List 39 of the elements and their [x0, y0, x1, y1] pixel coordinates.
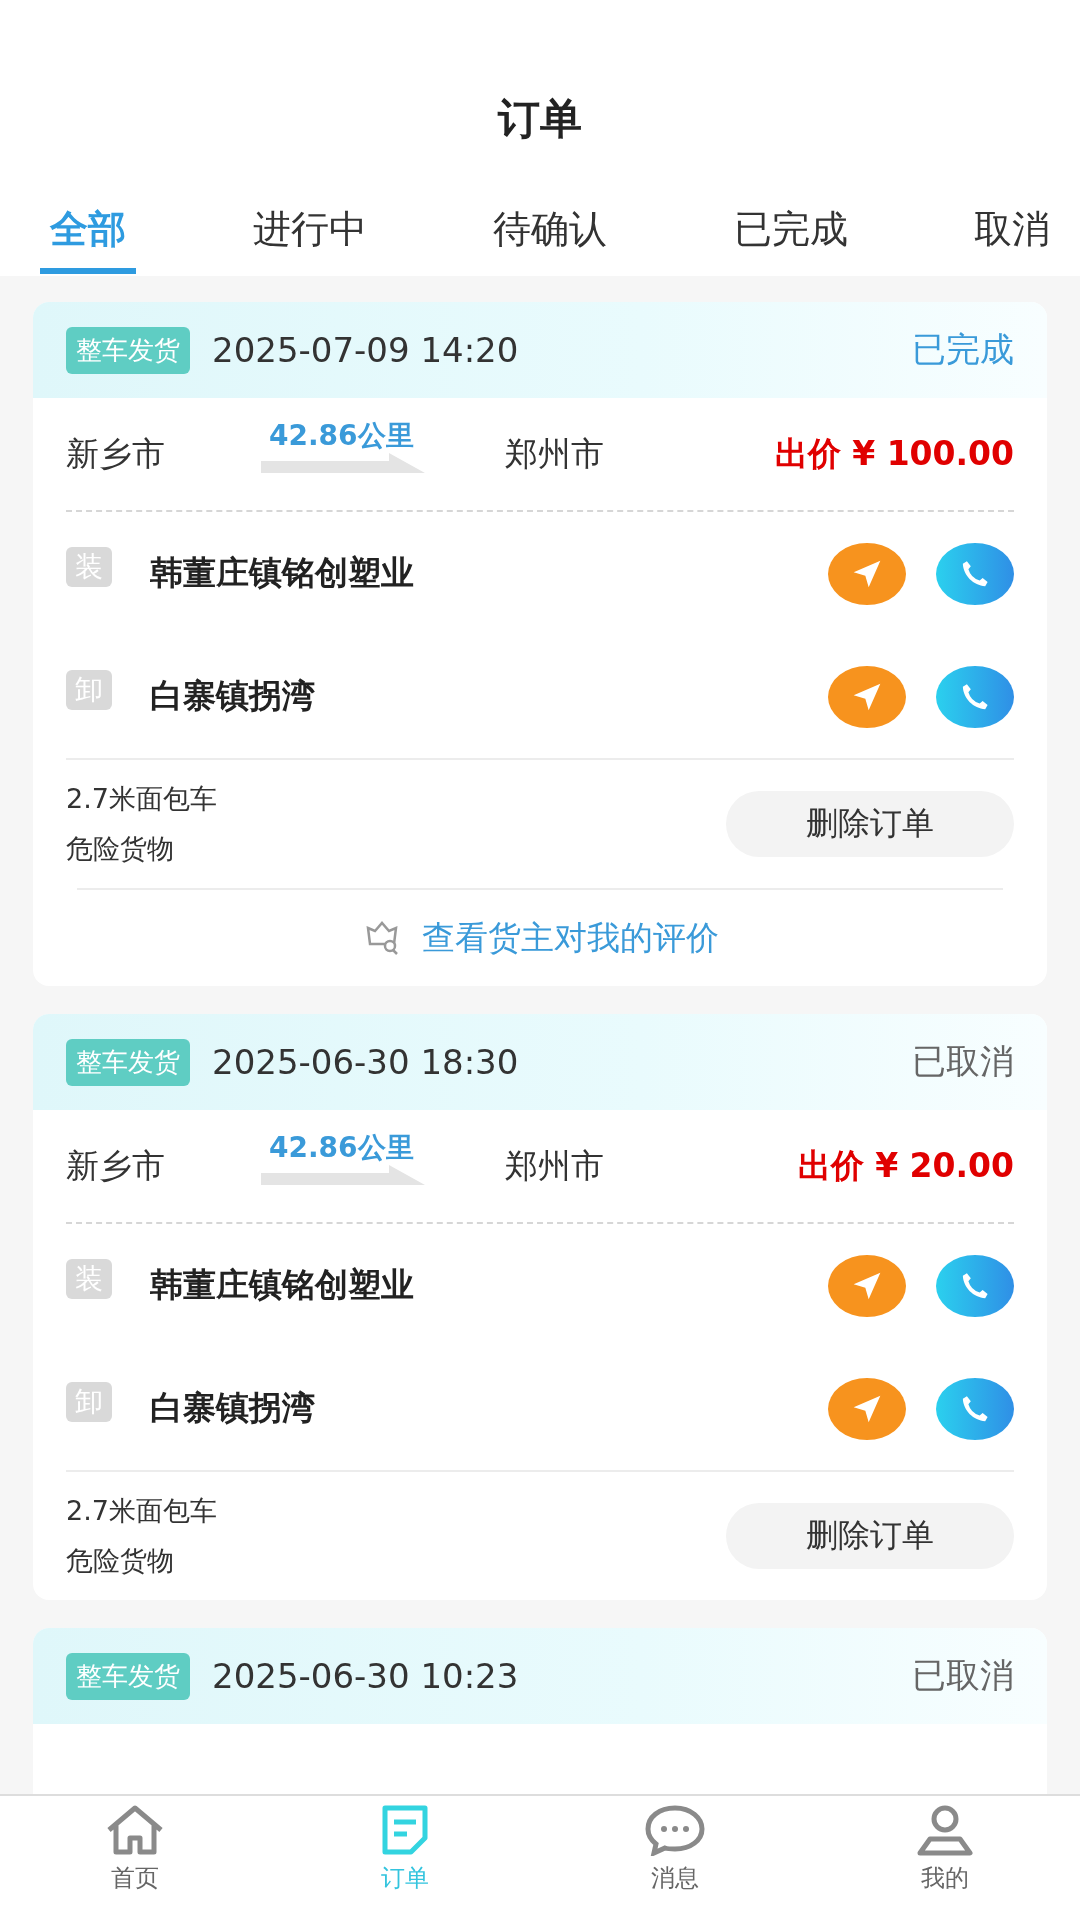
- order-status: 已完成: [912, 328, 1014, 371]
- price-text: 出价 ¥ 20.00: [797, 1144, 1014, 1187]
- origin-city: 新乡市: [66, 432, 166, 475]
- order-time: 2025-06-30 10:23: [212, 1656, 520, 1696]
- order-time: 2025-06-30 18:30: [212, 1042, 520, 1082]
- cargo-type: 危险货物: [66, 1544, 175, 1578]
- route-arrow-icon: [261, 451, 425, 475]
- destination-city: 郑州市: [505, 432, 605, 475]
- route-arrow-icon: [261, 1163, 425, 1187]
- delete-order-button[interactable]: 删除订单: [726, 1503, 1014, 1569]
- filter-tab[interactable]: 进行中: [242, 204, 377, 274]
- order-type-tag: 整车发货: [66, 326, 190, 374]
- order-time: 2025-07-09 14:20: [212, 330, 520, 370]
- bottom-nav-item[interactable]: 消息: [540, 1796, 810, 1920]
- stop-name: 白寨镇拐湾: [150, 675, 316, 717]
- filter-tab[interactable]: 已完成: [723, 204, 858, 274]
- filter-tab[interactable]: 待确认: [483, 204, 617, 274]
- page-title: 订单: [496, 93, 583, 145]
- person-icon: [915, 1804, 975, 1856]
- chat-bubble-icon: [643, 1804, 707, 1856]
- cargo-type: 危险货物: [66, 832, 175, 866]
- distance-text: 42.86公里: [269, 1130, 414, 1166]
- order-type-tag: 整车发货: [66, 1038, 190, 1086]
- origin-city: 新乡市: [66, 1144, 166, 1187]
- vehicle-type: 2.7米面包车: [66, 782, 217, 816]
- order-status: 已取消: [912, 1654, 1014, 1697]
- order-status: 已取消: [912, 1040, 1014, 1083]
- delete-order-button[interactable]: 删除订单: [726, 791, 1014, 857]
- price-text: 出价 ¥ 100.00: [774, 432, 1014, 475]
- order-type-tag: 整车发货: [66, 1652, 190, 1700]
- bottom-nav-item[interactable]: 首页: [0, 1796, 270, 1920]
- distance-text: 42.86公里: [269, 418, 414, 454]
- filter-tab[interactable]: 取消: [964, 204, 1060, 274]
- vehicle-type: 2.7米面包车: [66, 1494, 217, 1528]
- bottom-nav-item[interactable]: 我的: [810, 1796, 1080, 1920]
- stop-name: 韩董庄镇铭创塑业: [150, 1264, 415, 1306]
- destination-city: 郑州市: [505, 1144, 605, 1187]
- stop-name: 白寨镇拐湾: [150, 1387, 316, 1429]
- stop-name: 韩董庄镇铭创塑业: [150, 552, 415, 594]
